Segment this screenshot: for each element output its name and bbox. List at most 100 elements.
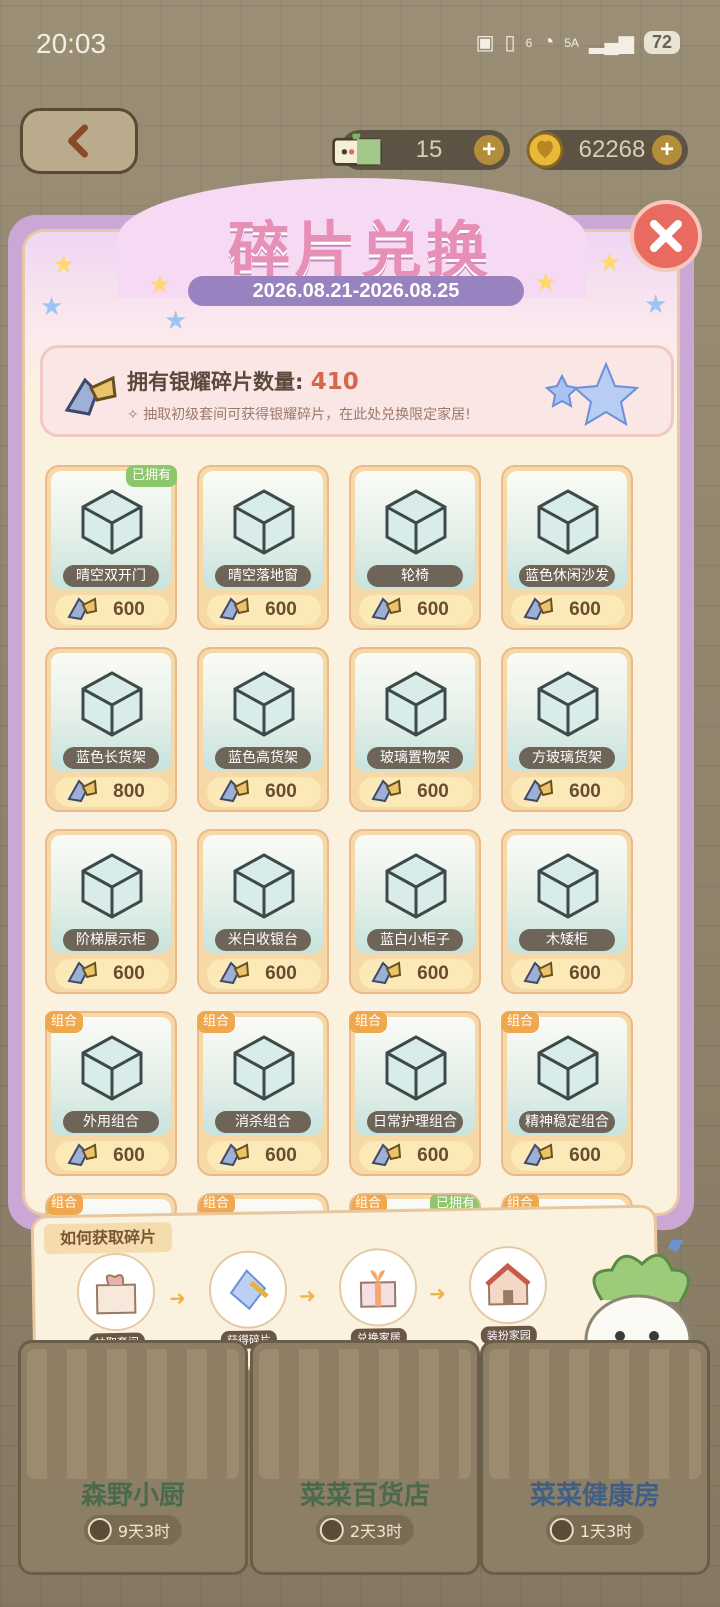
item-price: 600 [113, 599, 145, 620]
item-preview: 玻璃置物架 [355, 653, 475, 771]
item-name: 蓝白小柜子 [367, 929, 463, 951]
price-button[interactable]: 600 [359, 1141, 473, 1171]
shop-timer: 9天3时 [83, 1515, 183, 1545]
item-price: 600 [265, 1145, 297, 1166]
shop-item-card[interactable]: 玻璃置物架 600 [349, 647, 481, 812]
shop-item-card[interactable]: 蓝色休闲沙发 600 [501, 465, 633, 630]
shard-hint-text: 抽取初级套间可获得银耀碎片，在此处兑换限定家居! [143, 407, 471, 423]
shard-icon [208, 1250, 288, 1330]
shop-item-card[interactable]: 精神稳定组合 600 组合 [501, 1011, 633, 1176]
item-price: 600 [569, 1145, 601, 1166]
shop-item-card[interactable]: 外用组合 600 组合 [45, 1011, 177, 1176]
shard-icon [511, 595, 555, 625]
price-button[interactable]: 600 [511, 777, 625, 807]
shop-image [489, 1349, 701, 1479]
item-name: 日常护理组合 [367, 1111, 463, 1133]
shop-item-card[interactable]: 蓝白小柜子 600 [349, 829, 481, 994]
shop-timer: 2天3时 [315, 1515, 415, 1545]
arrow-right-icon: ➜ [428, 1281, 447, 1306]
price-button[interactable]: 600 [55, 595, 169, 625]
shop-item-card[interactable]: 日常护理组合 600 组合 [349, 1011, 481, 1176]
shard-icon [511, 777, 555, 807]
item-name: 晴空双开门 [63, 565, 159, 587]
shard-icon [55, 777, 99, 807]
shard-icon [207, 595, 251, 625]
shop-card[interactable]: 菜菜健康房 1天3时 [480, 1340, 710, 1575]
shop-card[interactable]: 菜菜百货店 2天3时 [250, 1340, 480, 1575]
shop-item-card[interactable]: 晴空双开门 600 已拥有 [45, 465, 177, 630]
shard-icon [207, 959, 251, 989]
back-button[interactable] [20, 108, 138, 174]
star-decoration-icon: ★ [148, 270, 172, 300]
status-bar: 20:03 ▣ ▯ 6 ◔ 5A ▂▄▆ 72 [0, 0, 720, 90]
arrow-right-icon: ➜ [168, 1285, 187, 1311]
item-price: 600 [417, 963, 449, 984]
price-button[interactable]: 600 [511, 595, 625, 625]
price-button[interactable]: 600 [511, 1141, 625, 1171]
signal-icon: ▂▄▆ [589, 32, 634, 54]
shop-image [259, 1349, 471, 1479]
price-button[interactable]: 600 [207, 1141, 321, 1171]
network-label: 5A [564, 35, 580, 50]
item-name: 玻璃置物架 [367, 747, 463, 769]
shop-name: 菜菜百货店 [299, 1481, 430, 1511]
item-preview: 方玻璃货架 [507, 653, 627, 771]
wifi-icon: ◔ [542, 31, 555, 53]
add-coin-button[interactable]: + [652, 135, 682, 165]
shop-timer-text: 1天3时 [579, 1522, 633, 1541]
shop-timer-text: 9天3时 [117, 1522, 171, 1541]
price-button[interactable]: 600 [207, 777, 321, 807]
shard-icon [511, 959, 555, 989]
close-button[interactable] [630, 200, 702, 272]
ticket-icon [330, 128, 384, 172]
shop-item-card[interactable]: 蓝色高货架 600 [197, 647, 329, 812]
item-name: 精神稳定组合 [519, 1111, 615, 1133]
shard-summary: 拥有银耀碎片数量: 410 ✧ 抽取初级套间可获得银耀碎片，在此处兑换限定家居! [40, 345, 674, 437]
status-time: 20:03 [36, 28, 107, 59]
set-badge: 组合 [47, 1195, 84, 1215]
how-to-title: 如何获取碎片 [43, 1222, 173, 1255]
price-button[interactable]: 600 [511, 959, 625, 989]
shop-item-card[interactable]: 方玻璃货架 600 [501, 647, 633, 812]
clock-icon [319, 1518, 344, 1542]
price-button[interactable]: 600 [55, 959, 169, 989]
set-badge: 组合 [501, 1011, 540, 1033]
furniture-icon [385, 671, 447, 737]
item-preview: 蓝色高货架 [203, 653, 323, 771]
shop-item-card[interactable]: 蓝色长货架 800 [45, 647, 177, 812]
item-price: 600 [417, 1145, 449, 1166]
star-decoration-icon: ★ [164, 306, 188, 336]
shop-item-card[interactable]: 晴空落地窗 600 [197, 465, 329, 630]
step-exchange-furniture: 兑换家居 [332, 1247, 424, 1348]
shop-name: 森野小厨 [80, 1481, 185, 1511]
item-name: 蓝色长货架 [63, 747, 159, 769]
shop-item-card[interactable]: 轮椅 600 [349, 465, 481, 630]
price-button[interactable]: 600 [359, 595, 473, 625]
price-button[interactable]: 600 [55, 1141, 169, 1171]
add-ticket-button[interactable]: + [474, 135, 504, 165]
shard-icon [207, 777, 251, 807]
shop-item-card[interactable]: 木矮柜 600 [501, 829, 633, 994]
furniture-icon [233, 489, 295, 555]
item-price: 600 [113, 1145, 145, 1166]
shop-item-card[interactable]: 消杀组合 600 组合 [197, 1011, 329, 1176]
coin-counter: 62268 + [526, 130, 688, 170]
shop-name: 菜菜健康房 [529, 1481, 660, 1511]
house-icon [468, 1245, 548, 1325]
shop-list: 森野小厨 9天3时 菜菜百货店 2天3时 菜菜健康房 1天3时 [0, 1340, 720, 1607]
item-preview: 轮椅 [355, 471, 475, 589]
shop-item-card[interactable]: 阶梯展示柜 600 [45, 829, 177, 994]
item-preview: 日常护理组合 [355, 1017, 475, 1135]
shop-card[interactable]: 森野小厨 9天3时 [18, 1340, 248, 1575]
furniture-icon [81, 853, 143, 919]
shop-item-card[interactable]: 米白收银台 600 [197, 829, 329, 994]
price-button[interactable]: 600 [207, 595, 321, 625]
price-button[interactable]: 600 [359, 959, 473, 989]
item-preview: 蓝色休闲沙发 [507, 471, 627, 589]
price-button[interactable]: 600 [359, 777, 473, 807]
price-button[interactable]: 800 [55, 777, 169, 807]
item-preview: 精神稳定组合 [507, 1017, 627, 1135]
price-button[interactable]: 600 [207, 959, 321, 989]
shard-icon [511, 1141, 555, 1171]
shop-timer-text: 2天3时 [349, 1522, 403, 1541]
